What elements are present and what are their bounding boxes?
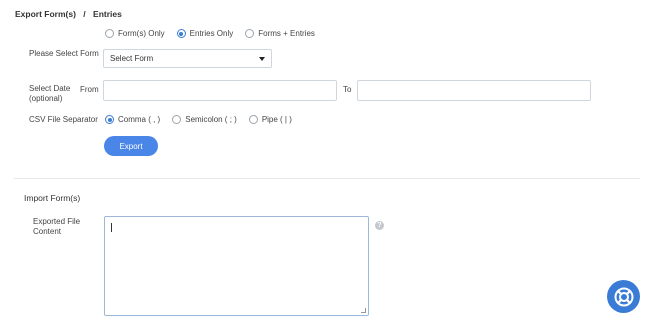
csv-separator-radio-group: Comma ( , ) Semicolon ( ; ) Pipe ( | )	[105, 115, 304, 124]
radio-forms-entries[interactable]: Forms + Entries	[245, 29, 315, 38]
exported-content-label: Exported File Content	[33, 217, 80, 237]
select-form-label: Please Select Form	[29, 49, 99, 58]
radio-forms-entries-label: Forms + Entries	[258, 29, 315, 38]
question-circle-icon[interactable]: ?	[375, 221, 384, 230]
radio-entries-only[interactable]: Entries Only	[176, 29, 234, 38]
export-title-entries: Entries	[93, 9, 122, 19]
chevron-down-icon	[259, 56, 265, 61]
radio-comma-circle[interactable]	[105, 115, 114, 124]
date-to-input[interactable]	[357, 80, 591, 101]
select-date-label-line1: Select Date	[29, 84, 71, 93]
lifebuoy-icon-graphic	[614, 287, 633, 306]
radio-pipe[interactable]: Pipe ( | )	[248, 115, 292, 124]
radio-entries-only-label: Entries Only	[189, 29, 234, 38]
select-form-value: Select Form	[110, 54, 154, 63]
export-button[interactable]: Export	[104, 136, 158, 156]
to-label: To	[343, 85, 352, 94]
section-divider	[14, 178, 640, 179]
text-cursor	[111, 223, 112, 232]
radio-semicolon[interactable]: Semicolon ( ; )	[172, 115, 237, 124]
radio-semicolon-circle[interactable]	[172, 115, 182, 124]
radio-comma-label: Comma ( , )	[118, 115, 161, 124]
date-from-input[interactable]	[103, 80, 337, 101]
export-title-separator: /	[83, 9, 86, 19]
exported-content-label-line1: Exported File	[33, 217, 81, 226]
export-title-forms: Export Form(s)	[15, 9, 76, 19]
select-date-label: Select Date (optional)	[29, 84, 70, 104]
select-date-label-line2: (optional)	[29, 94, 63, 103]
from-label: From	[80, 85, 99, 94]
radio-forms-only-label: Form(s) Only	[118, 29, 165, 38]
exported-content-textarea[interactable]	[104, 216, 369, 316]
resize-handle-icon[interactable]	[361, 308, 366, 313]
radio-semicolon-label: Semicolon ( ; )	[185, 115, 237, 124]
radio-entries-only-circle[interactable]	[176, 29, 186, 38]
radio-comma[interactable]: Comma ( , )	[105, 115, 160, 124]
radio-pipe-label: Pipe ( | )	[261, 115, 292, 124]
radio-forms-only[interactable]: Form(s) Only	[105, 29, 165, 38]
exported-content-label-line2: Content	[33, 227, 62, 236]
export-section-title: Export Form(s) / Entries	[15, 9, 122, 19]
export-type-radio-group: Form(s) Only Entries Only Forms + Entrie…	[105, 29, 327, 38]
radio-forms-only-circle[interactable]	[105, 29, 114, 38]
lifebuoy-icon[interactable]	[607, 280, 640, 313]
csv-separator-label: CSV File Separator	[29, 115, 98, 124]
radio-forms-entries-circle[interactable]	[245, 29, 255, 38]
radio-pipe-circle[interactable]	[248, 115, 258, 124]
select-form-dropdown[interactable]: Select Form	[103, 49, 272, 68]
import-section-title: Import Form(s)	[24, 193, 81, 203]
